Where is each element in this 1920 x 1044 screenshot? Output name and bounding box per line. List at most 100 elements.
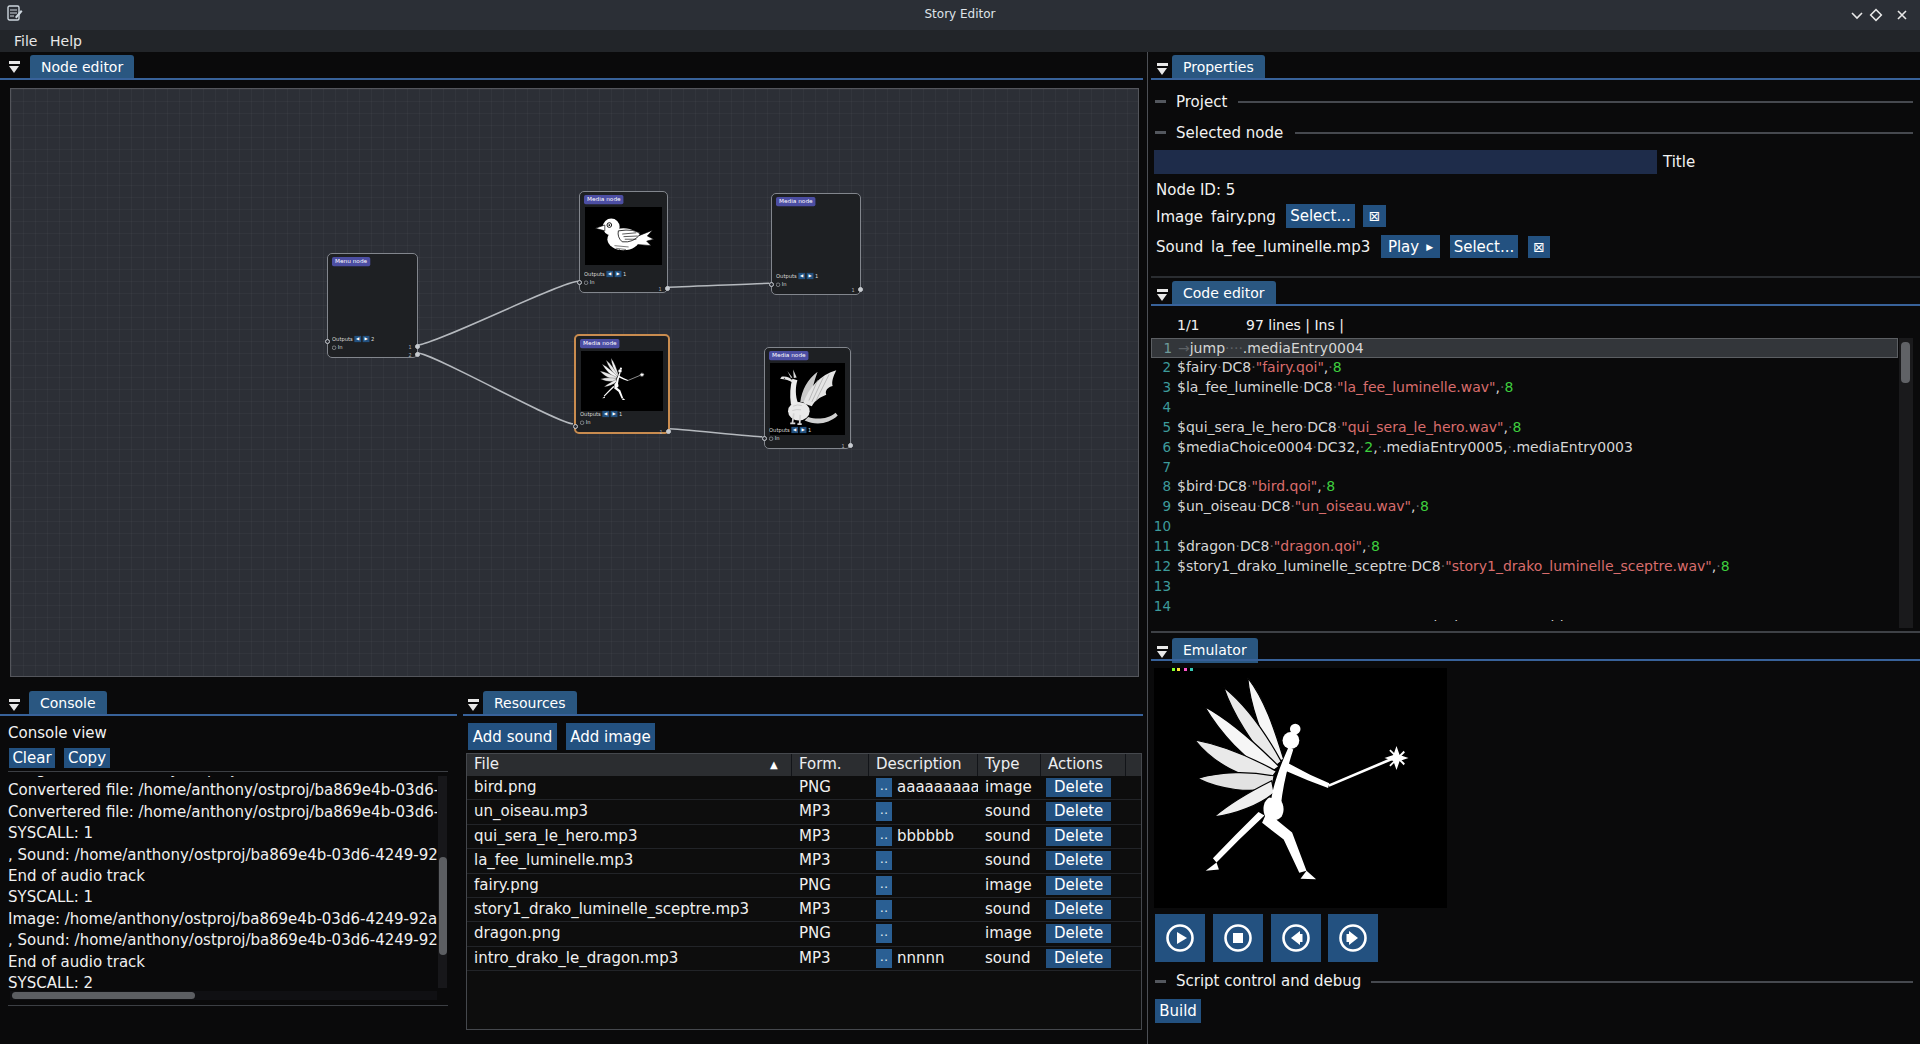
node-input-pin[interactable]	[573, 424, 578, 429]
code-line: 13	[1151, 577, 1898, 597]
increase-outputs-button[interactable]: ▶	[807, 273, 814, 279]
console-hscrollbar[interactable]	[10, 991, 437, 1000]
emulator-stop-button[interactable]	[1213, 914, 1263, 962]
edit-description-button[interactable]: ..	[876, 802, 892, 821]
node-output-pin[interactable]	[858, 287, 863, 292]
decrease-outputs-button[interactable]: ◀	[606, 271, 613, 277]
edit-description-button[interactable]: ..	[876, 778, 892, 797]
node-editor-fold-icon[interactable]	[8, 60, 21, 74]
delete-button[interactable]: Delete	[1046, 802, 1111, 821]
tab-resources[interactable]: Resources	[483, 691, 577, 716]
node-output-pin[interactable]	[665, 286, 670, 291]
resources-fold-icon[interactable]	[467, 698, 480, 712]
copy-button[interactable]: Copy	[64, 748, 110, 768]
emulator-fold-icon[interactable]	[1156, 645, 1169, 659]
close-icon[interactable]	[1892, 5, 1912, 25]
image-clear-button[interactable]: ⊠	[1363, 205, 1386, 227]
delete-button[interactable]: Delete	[1046, 851, 1111, 870]
tab-properties[interactable]: Properties	[1172, 55, 1265, 80]
delete-button[interactable]: Delete	[1046, 876, 1111, 895]
node-canvas[interactable]: Menu nodeOutputs◀▶2In12 Media nodeOutputs…	[10, 88, 1139, 677]
node-output-pin[interactable]	[415, 352, 420, 357]
edit-description-button[interactable]: ..	[876, 827, 892, 846]
fairy-media-node[interactable]: Media nodeOutputs◀▶1In1	[574, 334, 670, 434]
emulator-back-button[interactable]	[1271, 914, 1321, 962]
image-value: fairy.png	[1211, 208, 1276, 226]
delete-button[interactable]: Delete	[1046, 778, 1111, 797]
titlebar[interactable]: Story Editor	[0, 0, 1920, 30]
resource-row-story1_drako_luminelle_sceptre.mp3[interactable]: story1_drako_luminelle_sceptre.mp3MP3..s…	[467, 898, 1141, 922]
menu-file[interactable]: File	[8, 32, 43, 50]
code-scrollbar[interactable]	[1899, 338, 1913, 628]
node-input-pin[interactable]	[577, 280, 582, 285]
console-output[interactable]: Image: /home/anthony/ostproj/ba869e4b-03…	[8, 776, 437, 989]
delete-button[interactable]: Delete	[1046, 949, 1111, 968]
sound-select-button[interactable]: Select...	[1450, 235, 1518, 258]
edit-description-button[interactable]: ..	[876, 924, 892, 943]
resource-row-un_oiseau.mp3[interactable]: un_oiseau.mp3MP3..soundDelete	[467, 800, 1141, 824]
edit-description-button[interactable]: ..	[876, 876, 892, 895]
main-splitter[interactable]	[1147, 52, 1148, 1044]
properties-fold-icon[interactable]	[1156, 62, 1169, 76]
dragon-media-node[interactable]: Media nodeOutputs◀▶1In1	[764, 347, 851, 449]
column-header-file[interactable]: File	[467, 754, 792, 776]
emulator-forward-button[interactable]	[1328, 914, 1378, 962]
edit-description-button[interactable]: ..	[876, 900, 892, 919]
column-header-form[interactable]: Form.	[792, 754, 869, 776]
resource-row-bird.png[interactable]: bird.pngPNG..aaaaaaaaaimageDelete	[467, 776, 1141, 800]
resource-file: la_fee_luminelle.mp3	[467, 849, 792, 873]
title-input[interactable]	[1154, 150, 1657, 174]
node-input-pin[interactable]	[769, 282, 774, 287]
emulator-play-button[interactable]	[1155, 914, 1205, 962]
decrease-outputs-button[interactable]: ◀	[798, 273, 805, 279]
code-editor-content[interactable]: 1→jump····.mediaEntry00042$fairy·DC8·"fa…	[1151, 338, 1898, 621]
delete-button[interactable]: Delete	[1046, 827, 1111, 846]
resource-row-la_fee_luminelle.mp3[interactable]: la_fee_luminelle.mp3MP3..soundDelete	[467, 849, 1141, 873]
build-button[interactable]: Build	[1155, 999, 1201, 1023]
maximize-icon[interactable]	[1866, 5, 1886, 25]
tab-code-editor[interactable]: Code editor	[1172, 281, 1276, 306]
increase-outputs-button[interactable]: ▶	[363, 336, 370, 342]
add-sound-button[interactable]: Add sound	[468, 723, 557, 750]
image-select-button[interactable]: Select...	[1286, 204, 1355, 228]
resource-row-intro_drako_le_dragon.mp3[interactable]: intro_drako_le_dragon.mp3MP3..nnnnnsound…	[467, 947, 1141, 971]
column-header-type[interactable]: Type	[978, 754, 1041, 776]
edit-description-button[interactable]: ..	[876, 949, 892, 968]
play-button[interactable]: Play▶	[1381, 235, 1440, 258]
node-input-pin[interactable]	[325, 339, 330, 344]
code-status: 97 lines | Ins |	[1246, 317, 1344, 333]
sound-clear-button[interactable]: ⊠	[1528, 236, 1550, 258]
edit-description-button[interactable]: ..	[876, 851, 892, 870]
code-editor-fold-icon[interactable]	[1156, 288, 1169, 302]
delete-button[interactable]: Delete	[1046, 900, 1111, 919]
delete-button[interactable]: Delete	[1046, 924, 1111, 943]
code-line: 2$fairy·DC8·"fairy.qoi",·8	[1151, 358, 1898, 378]
console-fold-icon[interactable]	[8, 698, 21, 712]
menu-help[interactable]: Help	[44, 32, 88, 50]
resource-row-qui_sera_le_hero.mp3[interactable]: qui_sera_le_hero.mp3MP3..bbbbbbsoundDele…	[467, 825, 1141, 849]
increase-outputs-button[interactable]: ▶	[615, 271, 622, 277]
tab-node-editor[interactable]: Node editor	[30, 55, 134, 80]
node-output-pin[interactable]	[415, 344, 420, 349]
add-image-button[interactable]: Add image	[566, 723, 655, 750]
decrease-outputs-button[interactable]: ◀	[602, 411, 609, 417]
column-header-actions[interactable]: Actions	[1041, 754, 1126, 776]
menu-node[interactable]: Menu nodeOutputs◀▶2In12	[327, 253, 418, 358]
minimize-icon[interactable]	[1847, 5, 1867, 25]
increase-outputs-button[interactable]: ▶	[800, 427, 807, 433]
bird-media-node[interactable]: Media nodeOutputs◀▶1In1	[579, 191, 668, 293]
node-input-pin[interactable]	[762, 436, 767, 441]
choice-node[interactable]: Media nodeOutputs◀▶1In1	[771, 193, 861, 295]
resource-row-fairy.png[interactable]: fairy.pngPNG..imageDelete	[467, 874, 1141, 898]
code-editor-tabline	[1151, 304, 1920, 306]
column-header-description[interactable]: Description	[869, 754, 978, 776]
decrease-outputs-button[interactable]: ◀	[791, 427, 798, 433]
decrease-outputs-button[interactable]: ◀	[354, 336, 361, 342]
increase-outputs-button[interactable]: ▶	[611, 411, 618, 417]
tab-console[interactable]: Console	[29, 691, 107, 716]
resource-row-dragon.png[interactable]: dragon.pngPNG..imageDelete	[467, 922, 1141, 946]
node-output-pin[interactable]	[848, 443, 853, 448]
console-vscrollbar[interactable]	[438, 776, 447, 988]
clear-button[interactable]: Clear	[9, 748, 55, 768]
node-output-pin[interactable]	[666, 429, 671, 434]
